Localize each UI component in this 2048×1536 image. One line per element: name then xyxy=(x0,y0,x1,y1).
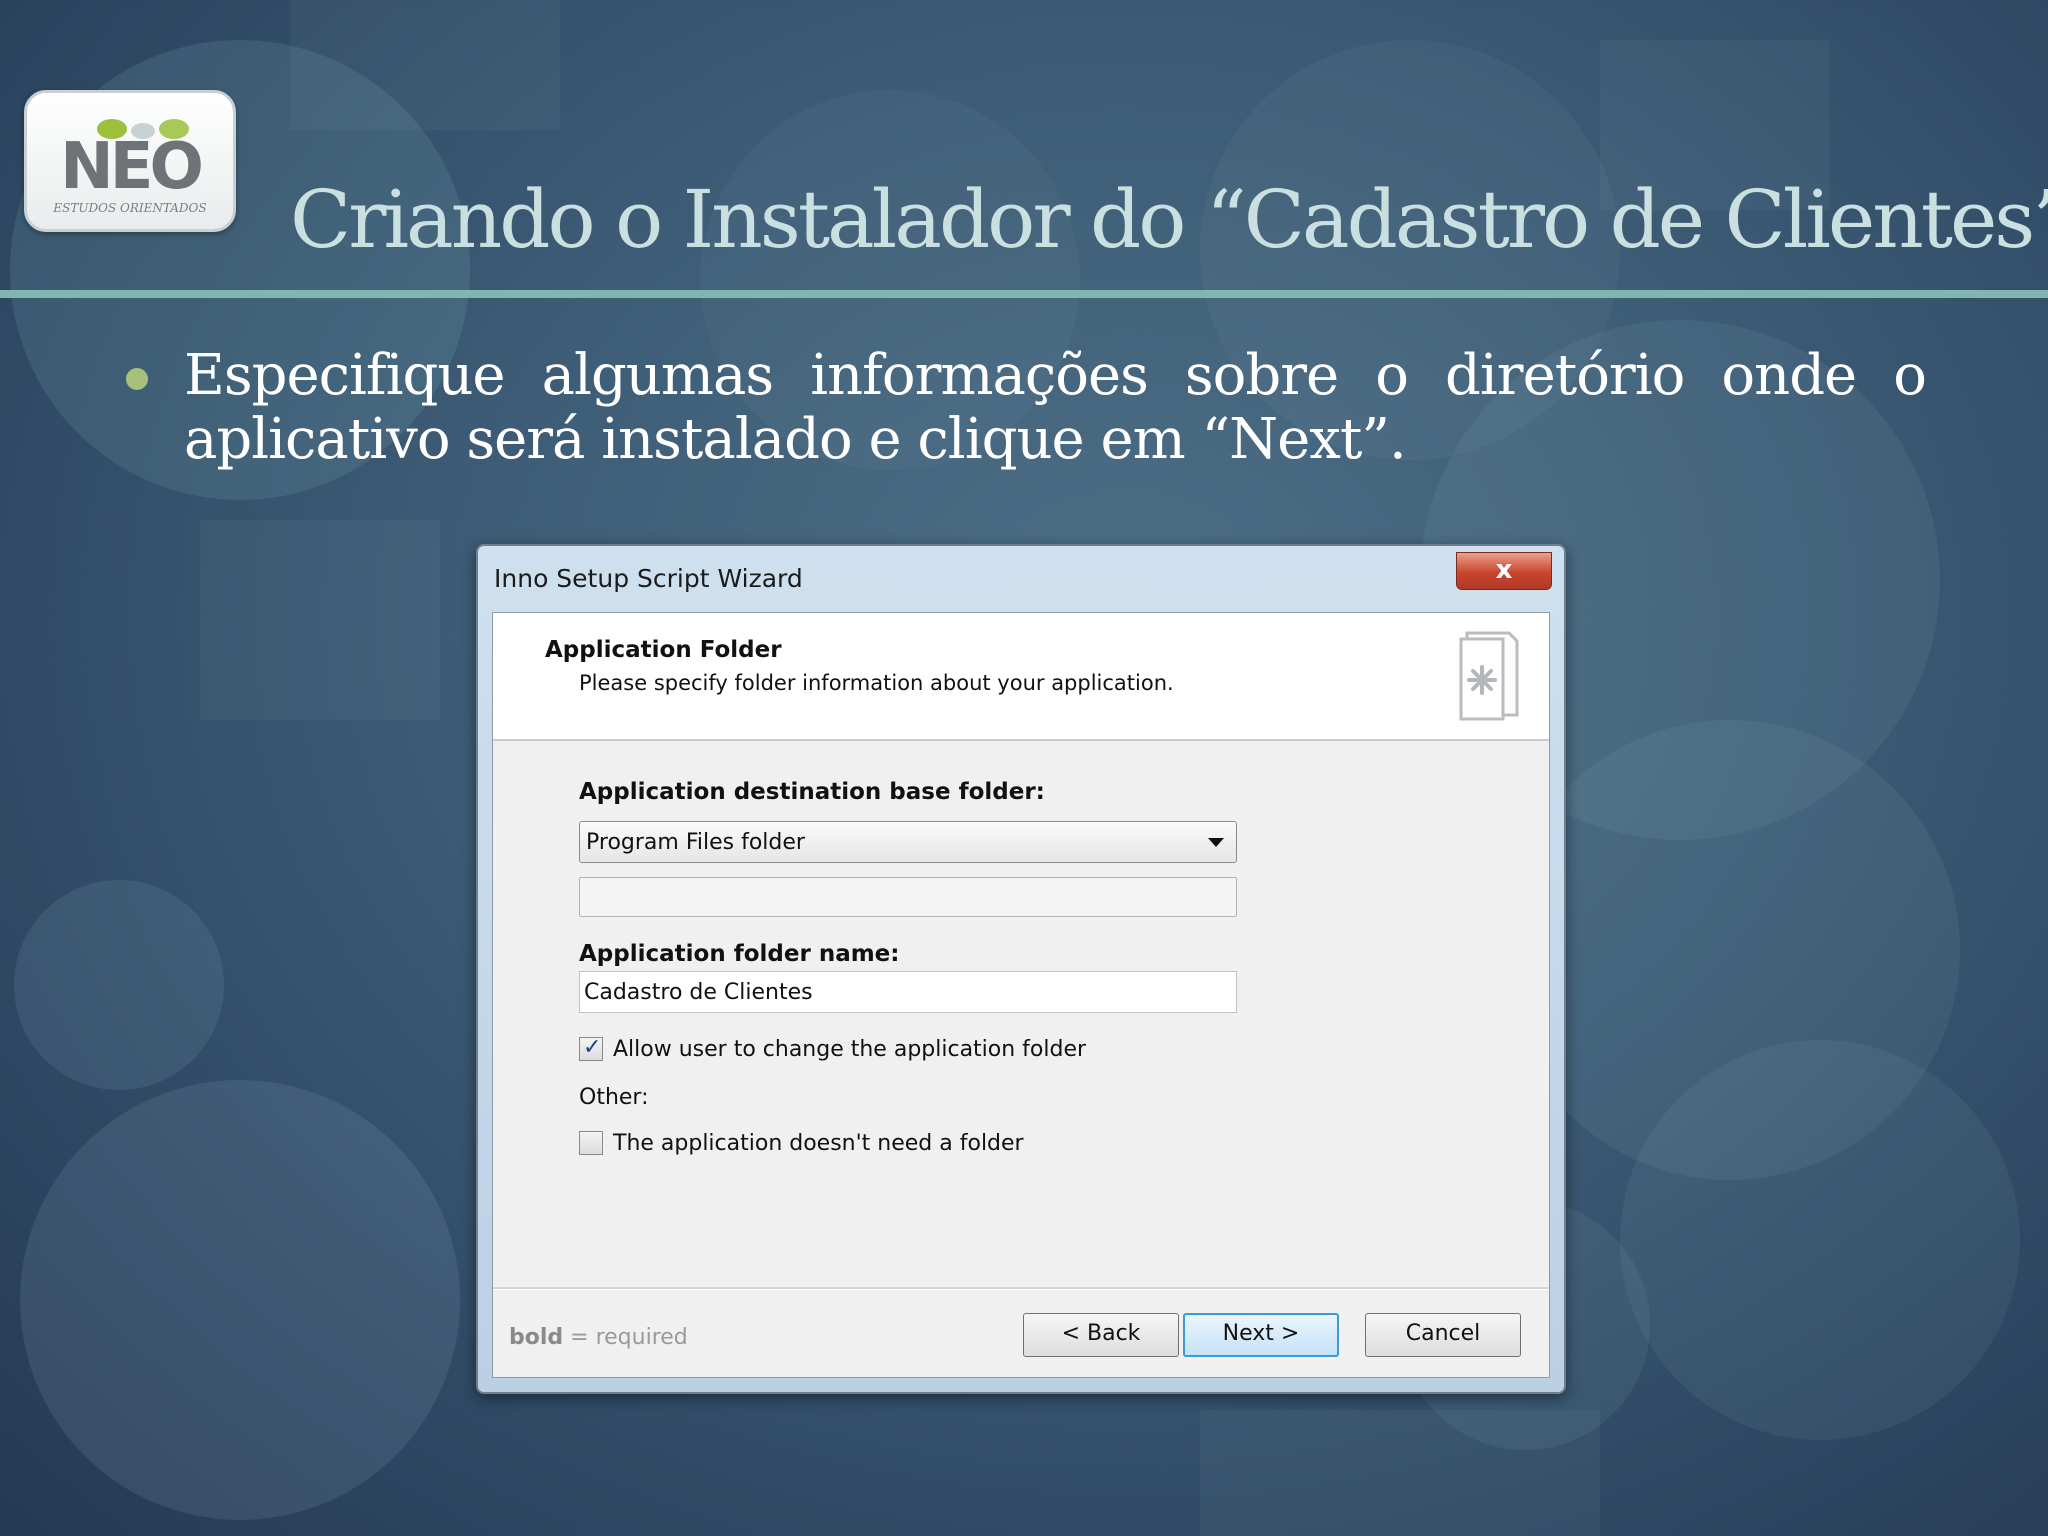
destination-folder-select[interactable]: Program Files folder xyxy=(579,821,1237,863)
logo-wordmark: NEO xyxy=(60,130,204,204)
bokeh-square xyxy=(200,520,440,720)
bokeh-square xyxy=(1200,1410,1600,1536)
required-legend-text: = required xyxy=(563,1325,688,1350)
folder-name-value: Cadastro de Clientes xyxy=(584,980,813,1005)
wizard-book-icon xyxy=(1459,631,1519,721)
bokeh-square xyxy=(290,0,560,130)
bullet-icon xyxy=(126,368,148,390)
no-folder-label: The application doesn't need a folder xyxy=(613,1131,1024,1156)
page-title: Application Folder xyxy=(545,637,782,663)
bokeh-circle xyxy=(20,1080,460,1520)
next-button[interactable]: Next > xyxy=(1183,1313,1339,1357)
close-button[interactable]: x xyxy=(1456,552,1552,590)
custom-folder-input[interactable] xyxy=(579,877,1237,917)
allow-change-label: Allow user to change the application fol… xyxy=(613,1037,1087,1062)
other-label: Other: xyxy=(579,1085,649,1110)
slide-title: Criando o Instalador do “Cadastro de Cli… xyxy=(290,173,2048,266)
neo-logo: NEO ESTUDOS ORIENTADOS xyxy=(24,90,236,232)
required-legend: bold = required xyxy=(509,1325,688,1350)
title-divider xyxy=(0,290,2048,298)
footer-divider xyxy=(493,1287,1549,1290)
folder-name-label: Application folder name: xyxy=(579,941,900,967)
bokeh-circle xyxy=(1500,720,1960,1180)
allow-change-checkbox[interactable]: ✓ xyxy=(579,1035,603,1061)
required-legend-bold: bold xyxy=(509,1325,564,1350)
wizard-header: Application Folder Please specify folder… xyxy=(493,613,1549,741)
destination-folder-label: Application destination base folder: xyxy=(579,779,1045,805)
bokeh-circle xyxy=(14,880,224,1090)
cancel-button[interactable]: Cancel xyxy=(1365,1313,1521,1357)
checkmark-icon: ✓ xyxy=(583,1035,602,1060)
page-subtitle: Please specify folder information about … xyxy=(579,671,1174,695)
destination-folder-value: Program Files folder xyxy=(586,830,805,855)
close-icon: x xyxy=(1495,555,1513,585)
inno-setup-wizard-window: Inno Setup Script Wizard x Application F… xyxy=(476,544,1566,1394)
back-button[interactable]: < Back xyxy=(1023,1313,1179,1357)
bokeh-circle xyxy=(1620,1040,2020,1440)
folder-name-input[interactable]: Cadastro de Clientes xyxy=(579,971,1237,1013)
logo-tagline: ESTUDOS ORIENTADOS xyxy=(53,201,207,215)
window-title: Inno Setup Script Wizard xyxy=(494,564,803,593)
bullet-text: Especifique algumas informações sobre o … xyxy=(184,343,1927,472)
wizard-client-area: Application Folder Please specify folder… xyxy=(492,612,1550,1378)
chevron-down-icon xyxy=(1208,838,1224,847)
no-folder-checkbox[interactable] xyxy=(579,1131,603,1155)
